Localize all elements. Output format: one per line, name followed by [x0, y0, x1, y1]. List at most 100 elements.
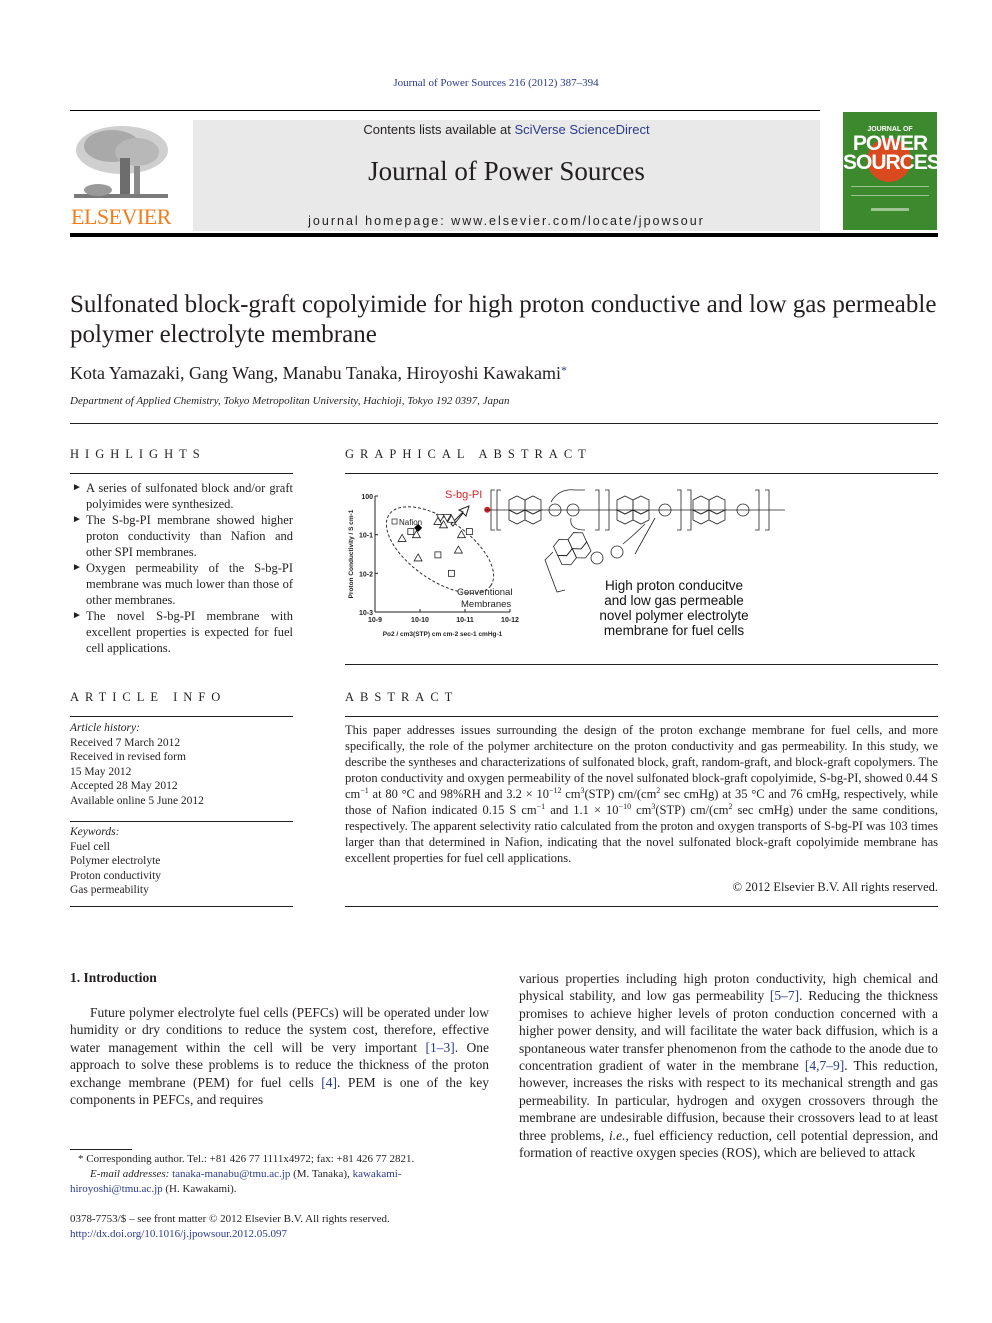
keywords-block: Keywords: Fuel cell Polymer electrolyte … — [70, 825, 293, 898]
data-point-square — [448, 569, 455, 577]
issn-line: 0378-7753/$ – see front matter © 2012 El… — [70, 1213, 390, 1225]
history-revised: Received in revised form — [70, 751, 186, 763]
keyword: Fuel cell — [70, 840, 110, 853]
abstract-rule-bottom — [345, 906, 938, 907]
doi-link[interactable]: http://dx.doi.org/10.1016/j.jpowsour.201… — [70, 1228, 287, 1240]
article-info-rule — [70, 716, 293, 717]
graphical-abstract-rule-top — [345, 473, 938, 474]
x-axis-label: Po2 / cm3(STP) cm cm-2 sec-1 cmHg-1 — [383, 631, 503, 638]
abstract-text: This paper addresses issues surrounding … — [345, 723, 939, 865]
data-point-triangle — [397, 533, 407, 542]
author-names: Kota Yamazaki, Gang Wang, Manabu Tanaka,… — [70, 363, 562, 383]
history-accepted: Accepted 28 May 2012 — [70, 780, 178, 792]
highlight-item: ► The S-bg-PI membrane showed higher prot… — [72, 513, 293, 559]
bullet-arrow-icon: ► — [72, 482, 82, 493]
nafion-legend-marker — [391, 518, 398, 525]
highlights-rule — [70, 473, 293, 474]
abstract-rule — [345, 716, 938, 717]
highlight-item: ► A series of sulfonated block and/or gra… — [72, 481, 293, 511]
keyword: Gas permeability — [70, 884, 149, 896]
abstract-copyright: © 2012 Elsevier B.V. All rights reserved… — [732, 880, 938, 894]
citation-link[interactable]: [4] — [321, 1075, 337, 1090]
highlights-heading: HIGHLIGHTS — [70, 447, 206, 461]
cover-subtitle-band — [851, 186, 929, 196]
journal-homepage-link[interactable]: journal homepage: www.elsevier.com/locat… — [193, 214, 820, 228]
data-point-triangle — [453, 545, 464, 554]
footnote-rule — [70, 1149, 132, 1150]
issn-block: 0378-7753/$ – see front matter © 2012 El… — [70, 1212, 489, 1242]
affiliation: Department of Applied Chemistry, Tokyo M… — [70, 395, 510, 407]
author-list: Kota Yamazaki, Gang Wang, Manabu Tanaka,… — [70, 363, 567, 384]
body-column-right: various properties including high proton… — [519, 970, 938, 1161]
highlight-item: ► The novel S-bg-PI membrane with excelle… — [72, 609, 293, 655]
article-title: Sulfonated block-graft copolyimide for h… — [70, 291, 937, 348]
keyword: Proton conductivity — [70, 869, 162, 882]
journal-masthead: Contents lists available at SciVerse Sci… — [193, 120, 820, 231]
citation-link[interactable]: [1–3] — [425, 1040, 454, 1055]
data-point-triangle — [456, 529, 467, 539]
intro-paragraph-continued: various properties including high proton… — [519, 971, 939, 1161]
x-tick-label: 10-10 — [411, 617, 429, 624]
y-axis-label: Proton Conductivity / S cm-1 — [348, 509, 355, 598]
elsevier-logo[interactable]: ELSEVIER — [68, 118, 174, 230]
graphical-abstract-figure[interactable]: 10-9 10-10 10-11 10-12 10-3 10-2 10-1 100 Po2 / … — [345, 482, 785, 647]
data-point-square — [465, 528, 473, 536]
bullet-arrow-icon: ► — [72, 562, 82, 573]
graphical-abstract-caption: High proton conducitve and low gas perme… — [599, 578, 749, 638]
header-rule — [70, 110, 820, 111]
cover-editor-band — [871, 208, 909, 211]
history-revised-date: 15 May 2012 — [70, 765, 132, 778]
y-tick-label: 10-2 — [359, 571, 373, 578]
y-tick-label: 10-1 — [359, 533, 373, 540]
highlight-item: ► Oxygen permeability of the S-bg-PI memb… — [72, 561, 293, 607]
citation-link[interactable]: [5–7] — [770, 988, 799, 1003]
contents-line: Contents lists available at SciVerse Sci… — [193, 122, 820, 137]
data-point-square — [407, 528, 415, 536]
email-link-tanaka[interactable]: tanaka-manabu@tmu.ac.jp — [172, 1168, 290, 1180]
contents-prefix: Contents lists available at — [363, 122, 515, 137]
cover-title: POWER SOURCES — [843, 132, 941, 174]
history-online: Available online 5 June 2012 — [70, 794, 204, 807]
data-point-triangle — [413, 553, 423, 562]
article-info-rule-bottom — [70, 906, 293, 907]
title-block-rule — [70, 423, 938, 424]
y-tick-label: 10-3 — [359, 610, 373, 617]
intro-paragraph: Future polymer electrolyte fuel cells (P… — [70, 1005, 489, 1108]
highlights-list: ► A series of sulfonated block and/or gra… — [70, 480, 293, 656]
y-tick-label: 100 — [361, 494, 373, 501]
bullet-arrow-icon: ► — [72, 514, 82, 525]
x-tick-label: 10-12 — [501, 617, 519, 624]
improvement-arrow-icon — [450, 505, 470, 527]
body-column-left: Future polymer electrolyte fuel cells (P… — [70, 1004, 489, 1108]
keyword: Polymer electrolyte — [70, 855, 161, 867]
x-tick-label: 10-9 — [368, 617, 382, 624]
journal-reference-link[interactable]: Journal of Power Sources 216 (2012) 387–… — [0, 77, 992, 89]
keywords-rule — [70, 821, 293, 822]
bullet-arrow-icon: ► — [72, 610, 82, 621]
email-line: E-mail addresses: tanaka-manabu@tmu.ac.j… — [70, 1168, 402, 1195]
article-history: Article history: Received 7 March 2012 R… — [70, 721, 293, 808]
citation-link[interactable]: [4,7–9] — [805, 1058, 844, 1073]
keywords-label: Keywords: — [70, 826, 120, 838]
annotation-nafion: Nafion — [399, 518, 422, 527]
elsevier-wordmark: ELSEVIER — [71, 204, 171, 229]
graphical-abstract-heading: GRAPHICAL ABSTRACT — [345, 447, 592, 461]
introduction-heading: 1. Introduction — [70, 970, 157, 985]
article-info-heading: ARTICLE INFO — [70, 690, 227, 704]
masthead-thick-rule — [70, 233, 938, 237]
journal-cover-image[interactable]: JOURNAL OF POWER SOURCES — [843, 112, 941, 230]
elsevier-tree-icon — [72, 122, 170, 202]
data-point-square — [434, 551, 442, 559]
history-label: Article history: — [70, 722, 140, 734]
sciencedirect-link[interactable]: SciVerse ScienceDirect — [514, 122, 649, 137]
abstract-heading: ABSTRACT — [345, 690, 459, 704]
annotation-membranes: Membranes — [461, 599, 511, 610]
journal-title[interactable]: Journal of Power Sources — [193, 156, 820, 187]
corresponding-author-mark[interactable]: * — [561, 363, 567, 377]
graphical-abstract-rule-bottom — [345, 664, 938, 665]
history-received: Received 7 March 2012 — [70, 736, 181, 749]
annotation-sbgpi: S-bg-PI — [445, 489, 482, 501]
x-tick-label: 10-11 — [456, 617, 474, 624]
footnote: * Corresponding author. Tel.: +81 426 77… — [70, 1152, 489, 1197]
corresponding-author-note: * Corresponding author. Tel.: +81 426 77… — [78, 1153, 415, 1165]
